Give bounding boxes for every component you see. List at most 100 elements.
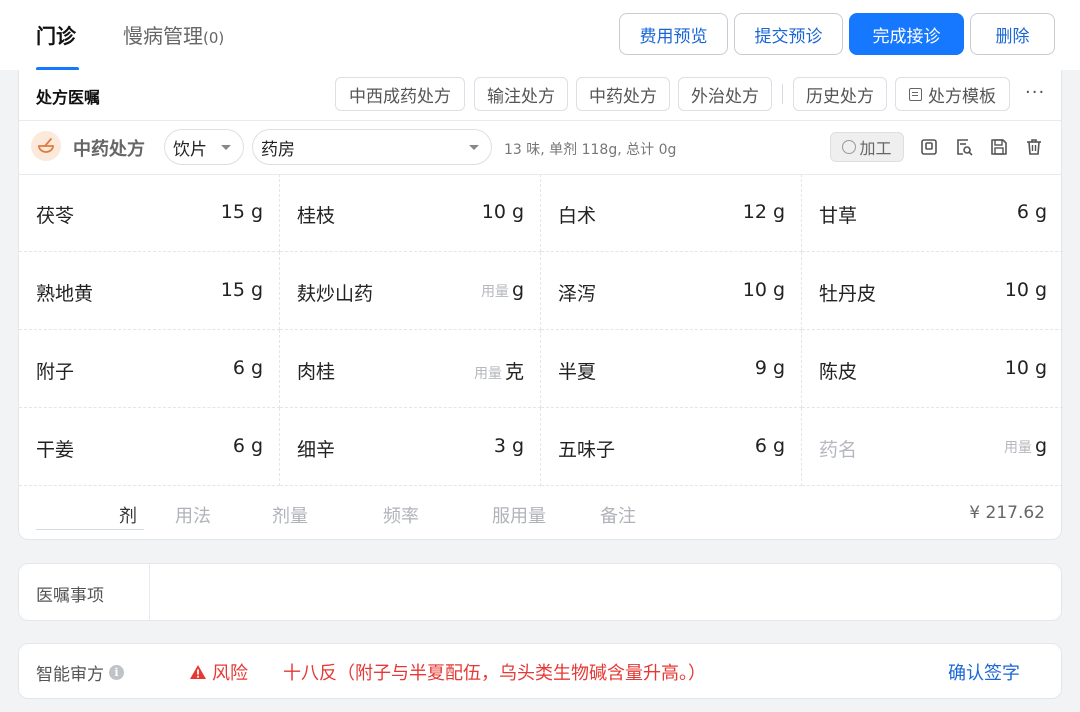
herb-dose-input[interactable]: 10 g (1005, 279, 1047, 301)
herb-name-input[interactable]: 半夏 (558, 357, 596, 384)
herb-dose-input[interactable]: 3g (494, 435, 524, 457)
toolbar-divider (782, 84, 783, 104)
herb-name-input[interactable]: 药名 (819, 435, 857, 462)
smart-audit-label-wrap: 智能审方 i (36, 660, 124, 685)
herb-cell[interactable]: 麸炒山药 用量 g (280, 252, 541, 330)
herb-dose-unit: g (772, 201, 785, 223)
herb-dose-input[interactable]: 10 g (743, 279, 785, 301)
herb-name-input[interactable]: 干姜 (36, 435, 74, 462)
herb-name-input[interactable]: 陈皮 (819, 357, 857, 384)
herb-dose-input[interactable]: 用量 g (1004, 435, 1047, 457)
herb-dose-unit: g (250, 201, 263, 223)
copy-icon[interactable] (919, 137, 939, 157)
process-label: 加工 (859, 141, 892, 158)
herb-dose-unit: 克 (504, 361, 524, 383)
risk-badge: 风险 (189, 659, 248, 685)
herb-name-input[interactable]: 肉桂 (297, 357, 335, 384)
submit-precheck-button[interactable]: 提交预诊 (734, 13, 843, 55)
herb-dose-input[interactable]: 6g (233, 435, 263, 457)
herb-dose-value: 用量 (473, 366, 502, 382)
herb-cell[interactable]: 五味子 6 g (541, 408, 802, 486)
herb-name-input[interactable]: 牡丹皮 (819, 279, 876, 306)
herb-dose-input[interactable]: 10 g (1005, 357, 1047, 379)
herb-name-input[interactable]: 五味子 (558, 435, 615, 462)
infusion-rx-button[interactable]: 输注处方 (474, 77, 568, 111)
herb-dose-value: 10 (1004, 279, 1029, 301)
herb-name-input[interactable]: 白术 (558, 201, 596, 228)
herb-dose-input[interactable]: 15 g (221, 201, 263, 223)
medical-orders-input[interactable] (150, 564, 1060, 620)
herb-name-input[interactable]: 附子 (36, 357, 74, 384)
herb-dose-value: 10 (742, 279, 767, 301)
herb-dose-input[interactable]: 6g (755, 435, 785, 457)
herb-cell[interactable]: 肉桂 用量克 (280, 330, 541, 408)
herb-cell[interactable]: 桂枝 10 g (280, 174, 541, 252)
herb-dose-unit: g (511, 201, 524, 223)
herb-dose-unit: g (1034, 201, 1047, 223)
usage-remark-field[interactable]: 备注 (600, 502, 636, 528)
herb-dose-input[interactable]: 用量克 (474, 357, 524, 384)
herb-cell[interactable]: 半夏 9 g (541, 330, 802, 408)
herb-cell[interactable]: 细辛 3 g (280, 408, 541, 486)
herb-cell[interactable]: 附子 6 g (19, 330, 280, 408)
herbal-mortar-icon (31, 131, 61, 161)
usage-frequency-field[interactable]: 频率 (383, 502, 419, 528)
dose-count-label[interactable]: 剂 (119, 502, 137, 528)
western-patent-rx-button[interactable]: 中西成药处方 (335, 77, 465, 111)
smart-audit-label: 智能审方 (36, 665, 104, 685)
trash-icon[interactable] (1024, 137, 1044, 157)
herb-name-input[interactable]: 麸炒山药 (297, 279, 373, 306)
process-toggle[interactable]: 加工 (830, 132, 904, 162)
save-icon[interactable] (989, 137, 1009, 157)
tab-chronic-management[interactable]: 慢病管理(0) (123, 20, 224, 49)
herb-dose-input[interactable]: 用量 g (481, 279, 524, 301)
herb-cell[interactable]: 白术 12 g (541, 174, 802, 252)
history-rx-button[interactable]: 历史处方 (793, 77, 887, 111)
herb-dose-unit: g (511, 279, 524, 301)
tab-chronic-label: 慢病管理 (123, 24, 203, 48)
herb-cell[interactable]: 陈皮 10 g (802, 330, 1063, 408)
herb-cell[interactable]: 药名 用量 g (802, 408, 1063, 486)
herb-dose-input[interactable]: 15 g (221, 279, 263, 301)
herb-dose-unit: g (1034, 357, 1047, 379)
delete-button[interactable]: 删除 (970, 13, 1055, 55)
herb-cell[interactable]: 泽泻 10 g (541, 252, 802, 330)
herb-dose-unit: g (772, 279, 785, 301)
herb-cell[interactable]: 茯苓 15 g (19, 174, 280, 252)
usage-method-field[interactable]: 用法 (175, 502, 211, 528)
herb-dose-input[interactable]: 10 g (482, 201, 524, 223)
herb-name-input[interactable]: 泽泻 (558, 279, 596, 306)
usage-amount-field[interactable]: 服用量 (492, 502, 546, 528)
herb-dose-input[interactable]: 6g (233, 357, 263, 379)
herb-dose-input[interactable]: 12 g (743, 201, 785, 223)
info-icon[interactable]: i (109, 665, 124, 680)
tab-chronic-count: (0) (203, 29, 225, 47)
herb-dose-unit: g (250, 435, 263, 457)
herb-dose-input[interactable]: 9g (755, 357, 785, 379)
herb-dose-value: 用量 (480, 284, 509, 300)
more-options-icon[interactable]: ··· (1025, 82, 1045, 103)
finish-visit-button[interactable]: 完成接诊 (849, 13, 964, 55)
top-header: 门诊 慢病管理(0) 费用预览 提交预诊 完成接诊 删除 (0, 0, 1080, 71)
fee-preview-button[interactable]: 费用预览 (619, 13, 728, 55)
herb-cell[interactable]: 干姜 6 g (19, 408, 280, 486)
herb-name-input[interactable]: 熟地黄 (36, 279, 93, 306)
herb-name-input[interactable]: 茯苓 (36, 201, 74, 228)
herb-name-input[interactable]: 甘草 (819, 201, 857, 228)
search-document-icon[interactable] (954, 137, 974, 157)
rx-template-button[interactable]: 处方模板 (895, 77, 1010, 111)
herb-dose-unit: g (511, 435, 524, 457)
herb-name-input[interactable]: 细辛 (297, 435, 335, 462)
herb-cell[interactable]: 甘草 6 g (802, 174, 1063, 252)
herb-dose-input[interactable]: 6g (1017, 201, 1047, 223)
pharmacy-select[interactable]: 药房 (252, 129, 492, 165)
herb-cell[interactable]: 牡丹皮 10 g (802, 252, 1063, 330)
usage-dosage-field[interactable]: 剂量 (272, 502, 308, 528)
form-select[interactable]: 饮片 (164, 129, 244, 165)
herb-cell[interactable]: 熟地黄 15 g (19, 252, 280, 330)
external-rx-button[interactable]: 外治处方 (678, 77, 772, 111)
herb-name-input[interactable]: 桂枝 (297, 201, 335, 228)
tcm-rx-button[interactable]: 中药处方 (576, 77, 670, 111)
tab-outpatient[interactable]: 门诊 (36, 20, 76, 49)
confirm-sign-link[interactable]: 确认签字 (948, 659, 1020, 685)
